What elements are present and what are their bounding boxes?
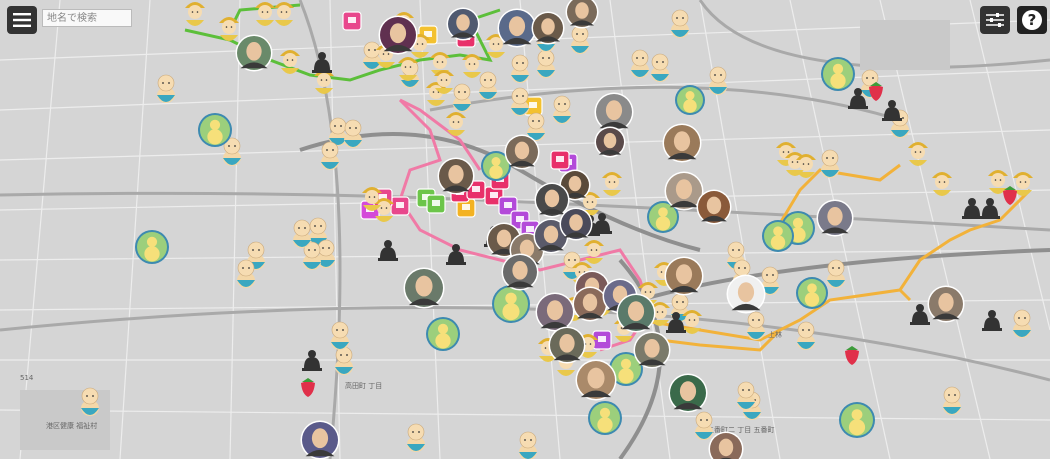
shop-icon-marker[interactable] [390, 196, 410, 216]
help-button[interactable]: ? [1017, 6, 1047, 34]
person-photo-marker[interactable] [403, 267, 445, 309]
default-avatar-marker[interactable] [135, 230, 169, 264]
map-label: 五番町二 丁目 五番町 [707, 426, 774, 434]
search-input[interactable] [42, 9, 132, 27]
default-avatar-marker[interactable] [198, 113, 232, 147]
person-photo-marker[interactable] [497, 8, 537, 48]
default-avatar-marker[interactable] [839, 402, 875, 438]
person-photo-marker[interactable] [235, 34, 273, 72]
person-photo-marker[interactable] [504, 134, 540, 170]
person-photo-marker[interactable] [633, 331, 671, 369]
person-photo-marker[interactable] [501, 253, 539, 291]
person-photo-marker[interactable] [664, 256, 704, 296]
person-photo-marker[interactable] [300, 420, 340, 459]
default-avatar-marker[interactable] [492, 285, 530, 323]
default-avatar-marker[interactable] [426, 317, 460, 351]
person-photo-marker[interactable] [594, 126, 626, 158]
person-photo-marker[interactable] [535, 292, 575, 332]
question-mark-icon: ? [1022, 10, 1042, 30]
map-viewport[interactable]: 高田町 丁目 五番町二 丁目 五番町 港区健康 福祉村 上林 514 ? [0, 0, 1050, 459]
person-photo-marker[interactable] [548, 326, 586, 364]
person-photo-marker[interactable] [378, 15, 418, 55]
sliders-icon [986, 13, 1004, 27]
default-avatar-marker[interactable] [821, 57, 855, 91]
person-photo-marker[interactable] [927, 285, 965, 323]
default-avatar-marker[interactable] [762, 220, 794, 252]
person-photo-marker[interactable] [816, 199, 854, 237]
map-label: 上林 [768, 330, 782, 339]
map-label: 514 [20, 374, 34, 382]
map-label: 高田町 丁目 [345, 381, 382, 390]
menu-button[interactable] [7, 6, 37, 34]
shop-icon-marker[interactable] [342, 11, 362, 31]
person-photo-marker[interactable] [559, 207, 593, 241]
shop-icon-marker[interactable] [426, 194, 446, 214]
person-photo-marker[interactable] [531, 11, 565, 45]
person-photo-marker[interactable] [726, 274, 766, 314]
default-avatar-marker[interactable] [588, 401, 622, 435]
person-photo-marker[interactable] [572, 286, 608, 322]
default-avatar-marker[interactable] [675, 85, 705, 115]
person-photo-marker[interactable] [696, 189, 732, 225]
shop-icon-marker[interactable] [550, 150, 570, 170]
hamburger-menu-icon [13, 13, 31, 27]
default-avatar-marker[interactable] [796, 277, 828, 309]
map-canvas[interactable]: 高田町 丁目 五番町二 丁目 五番町 港区健康 福祉村 上林 514 [0, 0, 1050, 459]
person-photo-marker[interactable] [575, 359, 617, 401]
filter-button[interactable] [980, 6, 1010, 34]
map-label: 港区健康 福祉村 [46, 421, 97, 430]
person-photo-marker[interactable] [534, 182, 570, 218]
person-photo-marker[interactable] [446, 7, 480, 41]
person-photo-marker[interactable] [437, 157, 475, 195]
person-photo-marker[interactable] [668, 373, 708, 413]
person-photo-marker[interactable] [594, 92, 634, 132]
person-photo-marker[interactable] [616, 293, 656, 333]
person-photo-marker[interactable] [662, 123, 702, 163]
